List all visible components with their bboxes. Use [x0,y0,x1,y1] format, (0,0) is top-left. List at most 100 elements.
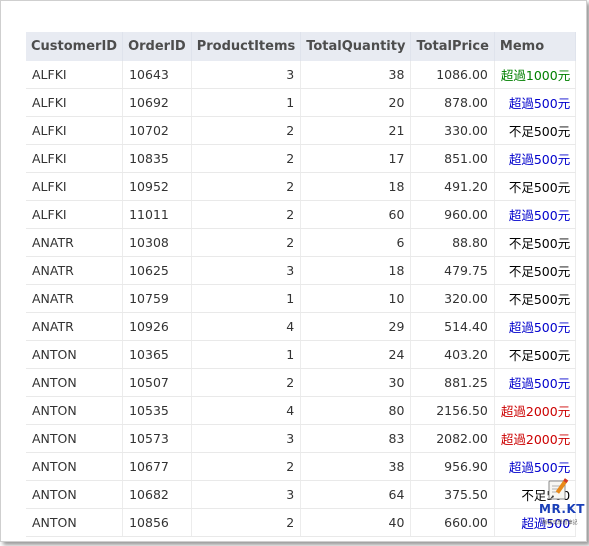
header-orderid[interactable]: OrderID [122,32,192,61]
cell-customerid: ANTON [26,396,124,425]
cell-productitems: 4 [191,396,302,425]
cell-customerid: ANTON [26,340,124,369]
cell-totalquantity: 20 [300,88,412,117]
cell-totalquantity: 24 [300,340,412,369]
cell-totalprice: 851.00 [410,144,495,173]
cell-orderid: 10952 [122,172,192,201]
cell-totalprice: 660.00 [410,508,495,537]
cell-productitems: 2 [191,200,302,229]
cell-orderid: 10702 [122,116,192,145]
cell-memo: 不足500元 [494,284,577,313]
mrkt-logo: MR.KT 新舊式學習筆記 [537,477,584,533]
table-row: ALFKI 11011 2 60 960.00 超過500元 [26,200,577,229]
cell-orderid: 10759 [122,284,192,313]
cell-totalquantity: 60 [300,200,412,229]
table-row: ANTON 10507 2 30 881.25 超過500元 [26,368,577,397]
grid-body: ALFKI 10643 3 38 1086.00 超過1000元 ALFKI 10692 1 20… [26,61,577,537]
cell-productitems: 2 [191,508,302,537]
cell-totalquantity: 10 [300,284,412,313]
orders-grid: CustomerID OrderID ProductItems TotalQua… [26,32,577,537]
cell-memo: 不足500元 [494,256,577,285]
table-row: ANTON 10535 4 80 2156.50 超過2000元 [26,396,577,425]
notepad-pencil-icon [548,478,569,500]
cell-customerid: ANTON [26,424,124,453]
table-row: ANTON 10682 3 64 375.50 不足500 [26,480,577,509]
cell-memo: 超過2000元 [494,424,577,453]
table-row: ALFKI 10692 1 20 878.00 超過500元 [26,88,577,117]
header-customerid[interactable]: CustomerID [26,32,124,61]
table-row: ANTON 10573 3 83 2082.00 超過2000元 [26,424,577,453]
cell-totalquantity: 64 [300,480,412,509]
cell-totalprice: 2156.50 [410,396,495,425]
table-row: ANTON 10365 1 24 403.20 不足500元 [26,340,577,369]
cell-productitems: 1 [191,340,302,369]
cell-customerid: ALFKI [26,88,124,117]
cell-totalprice: 330.00 [410,116,495,145]
cell-totalprice: 881.25 [410,368,495,397]
cell-customerid: ALFKI [26,144,124,173]
cell-customerid: ANATR [26,312,124,341]
header-row: CustomerID OrderID ProductItems TotalQua… [26,32,577,61]
cell-customerid: ALFKI [26,116,124,145]
table-row: ALFKI 10702 2 21 330.00 不足500元 [26,116,577,145]
table-row: ANATR 10625 3 18 479.75 不足500元 [26,256,577,285]
cell-productitems: 2 [191,228,302,257]
cell-totalprice: 1086.00 [410,61,495,89]
cell-productitems: 2 [191,368,302,397]
cell-orderid: 10625 [122,256,192,285]
screenshot-frame: CustomerID OrderID ProductItems TotalQua… [0,0,587,542]
logo-subtitle: 新舊式學習筆記 [542,520,578,526]
table-row: ALFKI 10952 2 18 491.20 不足500元 [26,172,577,201]
cell-totalprice: 491.20 [410,172,495,201]
cell-totalquantity: 83 [300,424,412,453]
cell-memo: 超過2000元 [494,396,577,425]
cell-orderid: 10365 [122,340,192,369]
cell-productitems: 2 [191,144,302,173]
cell-totalprice: 960.00 [410,200,495,229]
cell-orderid: 10677 [122,452,192,481]
table-row: ALFKI 10835 2 17 851.00 超過500元 [26,144,577,173]
header-memo[interactable]: Memo [494,32,577,61]
cell-totalquantity: 6 [300,228,412,257]
cell-totalprice: 514.40 [410,312,495,341]
header-totalprice[interactable]: TotalPrice [410,32,495,61]
cell-orderid: 10682 [122,480,192,509]
cell-customerid: ALFKI [26,61,124,89]
cell-memo: 超過500元 [494,368,577,397]
cell-customerid: ALFKI [26,172,124,201]
header-productitems[interactable]: ProductItems [191,32,302,61]
cell-memo: 不足500元 [494,340,577,369]
cell-customerid: ANTON [26,508,124,537]
cell-totalprice: 320.00 [410,284,495,313]
cell-customerid: ANATR [26,256,124,285]
cell-totalprice: 479.75 [410,256,495,285]
cell-totalquantity: 21 [300,116,412,145]
table-row: ANTON 10677 2 38 956.90 超過500元 [26,452,577,481]
cell-customerid: ANATR [26,228,124,257]
table-row: ANATR 10926 4 29 514.40 超過500元 [26,312,577,341]
cell-productitems: 3 [191,480,302,509]
cell-orderid: 10856 [122,508,192,537]
cell-memo: 超過500元 [494,88,577,117]
cell-totalquantity: 18 [300,256,412,285]
cell-totalprice: 375.50 [410,480,495,509]
cell-productitems: 3 [191,61,302,89]
cell-productitems: 2 [191,116,302,145]
cell-orderid: 10507 [122,368,192,397]
header-totalquantity[interactable]: TotalQuantity [300,32,412,61]
cell-orderid: 10643 [122,61,192,89]
cell-memo: 不足500元 [494,228,577,257]
cell-memo: 不足500元 [494,116,577,145]
cell-totalprice: 88.80 [410,228,495,257]
cell-customerid: ALFKI [26,200,124,229]
cell-memo: 超過500元 [494,144,577,173]
cell-orderid: 11011 [122,200,192,229]
cell-memo: 超過500元 [494,200,577,229]
cell-productitems: 3 [191,424,302,453]
cell-orderid: 10692 [122,88,192,117]
cell-totalprice: 956.90 [410,452,495,481]
cell-orderid: 10573 [122,424,192,453]
cell-orderid: 10308 [122,228,192,257]
cell-productitems: 4 [191,312,302,341]
table-row: ANATR 10759 1 10 320.00 不足500元 [26,284,577,313]
